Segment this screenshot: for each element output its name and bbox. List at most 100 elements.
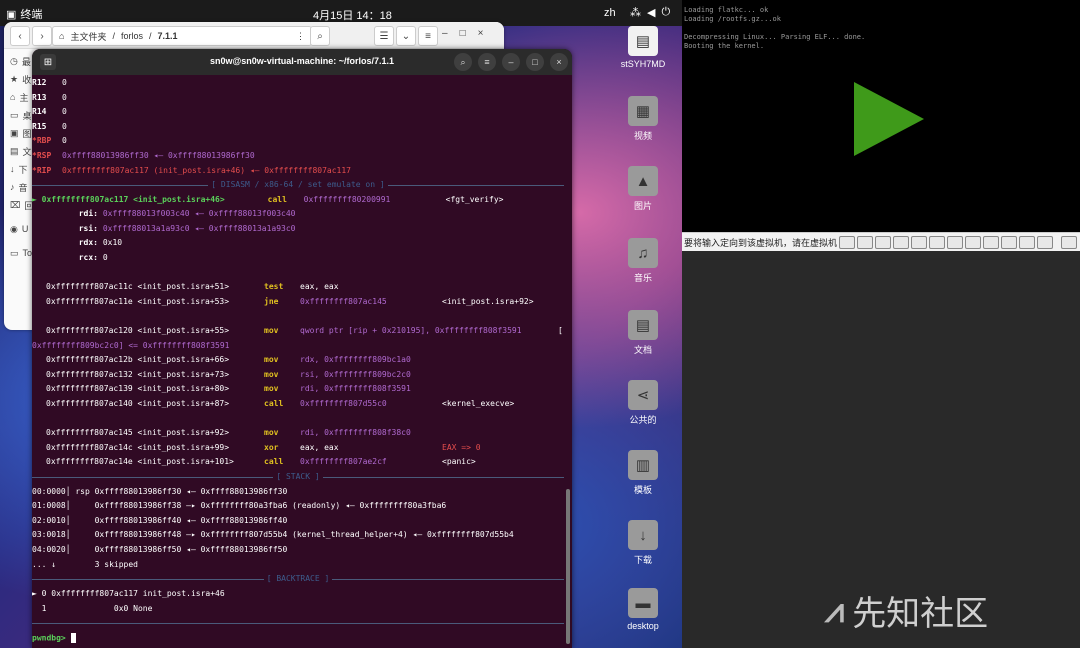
network-adapter-icon[interactable]	[947, 235, 964, 249]
nav-buttons: ‹ ›	[10, 26, 52, 46]
path-bar[interactable]: ⌂ 主文件夹 / forlos / 7.1.1 ⋮	[52, 26, 312, 46]
note-icon[interactable]	[1061, 235, 1078, 249]
system-tray[interactable]: ⁂ ◀ ⏻	[630, 6, 670, 19]
view-options-button[interactable]: ⌄	[396, 26, 416, 46]
hamburger-icon: ≡	[425, 30, 431, 42]
separator	[32, 618, 564, 628]
desktop-icon-music[interactable]: ♫ 音乐	[612, 238, 674, 284]
sidebar-item[interactable]: ▣ 图	[4, 124, 32, 142]
window-controls: – □ ×	[442, 28, 483, 39]
activities-app[interactable]: ▣ 终端	[6, 6, 42, 22]
terminal-scrollbar[interactable]	[566, 489, 570, 644]
document-icon: ▤	[628, 26, 658, 56]
clock[interactable]: 4月15日 14：18	[313, 7, 392, 23]
search-button[interactable]: ⌕	[310, 26, 330, 46]
network-adapter-icon[interactable]	[1019, 235, 1036, 249]
sidebar-item[interactable]: ◷ 最	[4, 52, 32, 70]
doc-folder-icon: ▤	[628, 310, 658, 340]
maximize-button[interactable]: □	[460, 28, 466, 39]
network-adapter-icon[interactable]	[911, 235, 928, 249]
network-adapter-icon[interactable]	[875, 235, 892, 249]
sidebar-item[interactable]: ♪ 音	[4, 178, 32, 196]
share-folder-icon: ⋖	[628, 380, 658, 410]
desktop-icon-videos[interactable]: ▦ 视频	[612, 96, 674, 142]
reg-line: R12 0	[32, 78, 67, 87]
template-folder-icon: ▥	[628, 450, 658, 480]
desktop-icon-file[interactable]: ▤ stSYH7MD	[612, 26, 674, 69]
path-sep: /	[112, 31, 115, 41]
sidebar-item[interactable]: ▭ 桌	[4, 106, 32, 124]
asm-line: 0xffffffff807ac14e <init_post.isra+101> c…	[46, 457, 476, 466]
file-manager-sidebar: ◷ 最 ★ 收 ⌂ 主 ▭ 桌 ▣ 图 ▤ 文 ↓ 下 ♪ 音 ⌧ 回 ◉ U ▭ To	[4, 48, 33, 330]
asm-line: 0xffffffff807ac11c <init_post.isra+51> te…	[46, 282, 339, 291]
sidebar-item[interactable]: ▭ To	[4, 244, 32, 262]
asm-line: 0xffffffff807ac140 <init_post.isra+87> ca…	[46, 399, 515, 408]
download-icon: ↓	[10, 164, 15, 174]
desktop-icon-desktop[interactable]: ▬ desktop	[612, 588, 674, 631]
input-method[interactable]: zh	[604, 7, 616, 19]
home-icon: ⌂	[10, 92, 16, 102]
view-buttons: ☰ ⌄ ≡	[374, 26, 438, 46]
sidebar-item[interactable]: ⌧ 回	[4, 196, 33, 214]
prompt-line[interactable]: pwndbg>	[32, 633, 76, 644]
picture-icon: ▣	[10, 127, 19, 138]
desktop-icon-downloads[interactable]: ↓ 下载	[612, 520, 674, 566]
network-adapter-icon[interactable]	[893, 235, 910, 249]
path-seg-home[interactable]: 主文件夹	[70, 30, 106, 43]
stack-line: 02:0010│ 0xffff88013986ff40 ◂— 0xffff880…	[32, 516, 288, 525]
chevron-left-icon: ‹	[18, 30, 22, 42]
asm-line: 0xffffffff807ac14c <init_post.isra+99> xo…	[46, 443, 481, 452]
chevron-down-icon: ⌄	[401, 30, 411, 42]
sidebar-item[interactable]: ★ 收	[4, 70, 32, 88]
close-button[interactable]: ×	[478, 28, 484, 39]
backtrace-header: [ BACKTRACE ]	[32, 574, 564, 584]
stack-line: 00:0000│ rsp 0xffff88013986ff30 ◂— 0xfff…	[32, 487, 288, 496]
reg-line: R15 0	[32, 122, 67, 131]
volume-icon: ◀	[647, 7, 656, 19]
watermark-logo-icon: ⩘	[825, 590, 845, 631]
desktop-icon-pictures[interactable]: ▲ 图片	[612, 166, 674, 212]
path-seg-version[interactable]: 7.1.1	[158, 31, 178, 41]
path-menu-icon[interactable]: ⋮	[296, 31, 311, 42]
asm-line: 0xffffffff807ac12b <init_post.isra+66> mo…	[46, 355, 411, 364]
search-button[interactable]: ⌕	[454, 53, 472, 71]
list-view-button[interactable]: ☰	[374, 26, 394, 46]
network-adapter-icon[interactable]	[929, 235, 946, 249]
close-button[interactable]: ×	[550, 53, 568, 71]
hdd-icon[interactable]	[839, 235, 856, 249]
terminal-window[interactable]: ⊞ sn0w@sn0w-virtual-machine: ~/forlos/7.…	[32, 49, 572, 648]
network-adapter-icon[interactable]	[965, 235, 982, 249]
sidebar-item[interactable]: ⌂ 主	[4, 88, 32, 106]
sidebar-item[interactable]: ▤ 文	[4, 142, 32, 160]
sidebar-item[interactable]: ↓ 下	[4, 160, 32, 178]
menu-button[interactable]: ≡	[478, 53, 496, 71]
desktop-icon-documents[interactable]: ▤ 文档	[612, 310, 674, 356]
network-adapter-icon[interactable]	[983, 235, 1000, 249]
desktop-icon-public[interactable]: ⋖ 公共的	[612, 380, 674, 426]
desktop-icon-templates[interactable]: ▥ 模板	[612, 450, 674, 496]
arg-line: rsi: 0xffff88013a1a93c0 ◂— 0xffff88013a1…	[78, 224, 296, 233]
network-adapter-icon[interactable]	[1037, 235, 1054, 249]
menu-button[interactable]: ≡	[418, 26, 438, 46]
minimize-button[interactable]: –	[442, 28, 448, 39]
vm-screen[interactable]: Loading flatkc... ok Loading /rootfs.gz.…	[682, 0, 1080, 232]
vm-status-message: 要将输入定向到该虚拟机，请在虚拟机	[684, 237, 838, 248]
terminal-output[interactable]: R12 0 R13 0 R14 0 R15 0 *RBP 0 *RSP 0xffff8801…	[32, 78, 572, 648]
watermark: ⩘ 先知社区	[825, 590, 989, 635]
play-icon[interactable]	[854, 82, 924, 156]
list-icon: ☰	[379, 30, 389, 42]
hdd-icon[interactable]	[857, 235, 874, 249]
forward-button[interactable]: ›	[32, 26, 52, 46]
download-folder-icon: ↓	[628, 520, 658, 550]
maximize-button[interactable]: □	[526, 53, 544, 71]
sidebar-item[interactable]: ◉ U	[4, 220, 32, 238]
back-button[interactable]: ‹	[10, 26, 30, 46]
music-folder-icon: ♫	[628, 238, 658, 268]
minimize-button[interactable]: –	[502, 53, 520, 71]
path-seg-forlos[interactable]: forlos	[121, 31, 143, 41]
stack-line: 03:0018│ 0xffff88013986ff48 —▸ 0xfffffff…	[32, 530, 514, 539]
folder-icon: ▬	[628, 588, 658, 618]
network-adapter-icon[interactable]	[1001, 235, 1018, 249]
current-instruction: ► 0xffffffff807ac117 <init_post.isra+46>…	[32, 195, 504, 204]
power-icon: ⏻	[661, 6, 671, 18]
